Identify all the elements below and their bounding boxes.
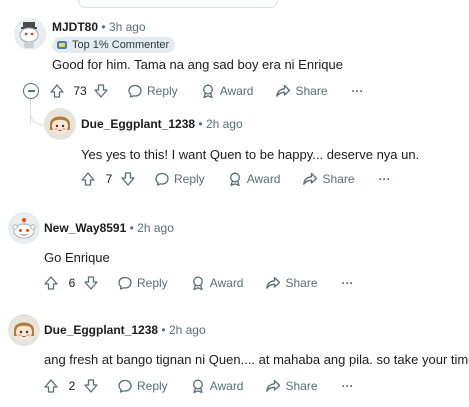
username[interactable]: New_Way8591: [44, 221, 126, 235]
more-options-button[interactable]: ···: [352, 84, 364, 98]
share-icon: [266, 379, 281, 392]
more-options-button[interactable]: ···: [342, 276, 354, 290]
share-button[interactable]: Share: [302, 171, 355, 187]
reply-button[interactable]: Reply: [154, 171, 205, 187]
upvote-button[interactable]: [43, 275, 59, 291]
vote-count: 73: [73, 84, 87, 98]
share-icon: [276, 84, 291, 97]
vote-count: 6: [68, 276, 76, 290]
share-button[interactable]: Share: [265, 275, 318, 291]
comment-actions: 2 Reply Award Share ···: [43, 376, 354, 396]
award-label: Award: [219, 84, 254, 98]
upvote-icon: [44, 276, 58, 290]
timestamp[interactable]: 2h ago: [169, 323, 206, 337]
upvote-icon: [44, 379, 58, 393]
separator-dot: •: [198, 117, 203, 131]
award-label: Award: [209, 276, 244, 290]
separator-dot: •: [101, 20, 106, 34]
avatar[interactable]: [8, 314, 40, 346]
timestamp[interactable]: 2h ago: [137, 221, 174, 235]
reply-icon: [155, 172, 169, 186]
share-button[interactable]: Share: [265, 378, 318, 394]
award-button[interactable]: Award: [200, 83, 254, 99]
comment-meta: MJDT80 • 3h ago: [52, 19, 146, 35]
share-label: Share: [322, 172, 355, 186]
reply-button[interactable]: Reply: [127, 83, 178, 99]
share-label: Share: [285, 379, 318, 393]
avatar[interactable]: [8, 212, 40, 244]
award-label: Award: [246, 172, 281, 186]
share-label: Share: [295, 84, 328, 98]
award-icon: [192, 379, 203, 394]
timestamp[interactable]: 2h ago: [206, 117, 243, 131]
comment-body: Good for him. Tama na ang sad boy era ni…: [52, 57, 343, 72]
upvote-button[interactable]: [49, 83, 65, 99]
reply-label: Reply: [147, 84, 178, 98]
award-label: Award: [209, 379, 244, 393]
award-icon: [229, 172, 240, 187]
comment-meta: New_Way8591 • 2h ago: [44, 220, 174, 236]
comment-meta: Due_Eggplant_1238 • 2h ago: [44, 322, 206, 338]
reply-button[interactable]: Reply: [117, 275, 168, 291]
more-options-button[interactable]: ···: [342, 379, 354, 393]
downvote-icon: [94, 84, 108, 98]
comment-body: Go Enrique: [44, 250, 110, 265]
award-icon: [202, 84, 213, 99]
upvote-icon: [81, 172, 95, 186]
comment-actions: 7 Reply Award Share ···: [80, 169, 391, 189]
downvote-icon: [121, 172, 135, 186]
separator-dot: •: [129, 221, 134, 235]
reply-icon: [128, 84, 142, 98]
vote-count: 2: [68, 379, 76, 393]
timestamp[interactable]: 3h ago: [109, 20, 146, 34]
reply-label: Reply: [137, 379, 168, 393]
vote-count: 7: [105, 172, 113, 186]
minus-icon: [27, 90, 35, 92]
comment-meta: Due_Eggplant_1238 • 2h ago: [81, 116, 243, 132]
separator-dot: •: [161, 323, 166, 337]
downvote-icon: [84, 379, 98, 393]
collapse-thread-button[interactable]: [23, 83, 39, 99]
share-button[interactable]: Share: [275, 83, 328, 99]
avatar[interactable]: [44, 108, 76, 140]
award-button[interactable]: Award: [190, 378, 244, 394]
comment-actions: 73 Reply Award Share ···: [49, 81, 364, 101]
share-icon: [303, 172, 318, 185]
reply-icon: [118, 379, 132, 393]
award-button[interactable]: Award: [227, 171, 281, 187]
flair-label: Top 1% Commenter: [72, 39, 170, 51]
comment-body: ang fresh at bango tignan ni Quen.... at…: [44, 352, 469, 367]
username[interactable]: Due_Eggplant_1238: [81, 117, 195, 131]
reply-button[interactable]: Reply: [117, 378, 168, 394]
reply-label: Reply: [137, 276, 168, 290]
downvote-button[interactable]: [120, 171, 136, 187]
share-label: Share: [285, 276, 318, 290]
upvote-button[interactable]: [80, 171, 96, 187]
award-button[interactable]: Award: [190, 275, 244, 291]
user-flair: Top 1% Commenter: [52, 37, 176, 53]
comment-body: Yes yes to this! I want Quen to be happy…: [81, 147, 420, 162]
username[interactable]: Due_Eggplant_1238: [44, 323, 158, 337]
downvote-icon: [84, 276, 98, 290]
reply-label: Reply: [174, 172, 205, 186]
award-icon: [192, 276, 203, 291]
upvote-icon: [50, 84, 64, 98]
thread-connector: [30, 110, 44, 125]
downvote-button[interactable]: [93, 83, 109, 99]
upvote-button[interactable]: [43, 378, 59, 394]
previous-box-edge: [78, 0, 278, 8]
reply-icon: [118, 276, 132, 290]
username[interactable]: MJDT80: [52, 20, 98, 34]
avatar[interactable]: [14, 18, 46, 50]
downvote-button[interactable]: [83, 275, 99, 291]
more-options-button[interactable]: ···: [379, 172, 391, 186]
flair-badge-icon: [57, 41, 67, 49]
share-icon: [266, 276, 281, 289]
downvote-button[interactable]: [83, 378, 99, 394]
comment-actions: 6 Reply Award Share ···: [43, 273, 354, 293]
